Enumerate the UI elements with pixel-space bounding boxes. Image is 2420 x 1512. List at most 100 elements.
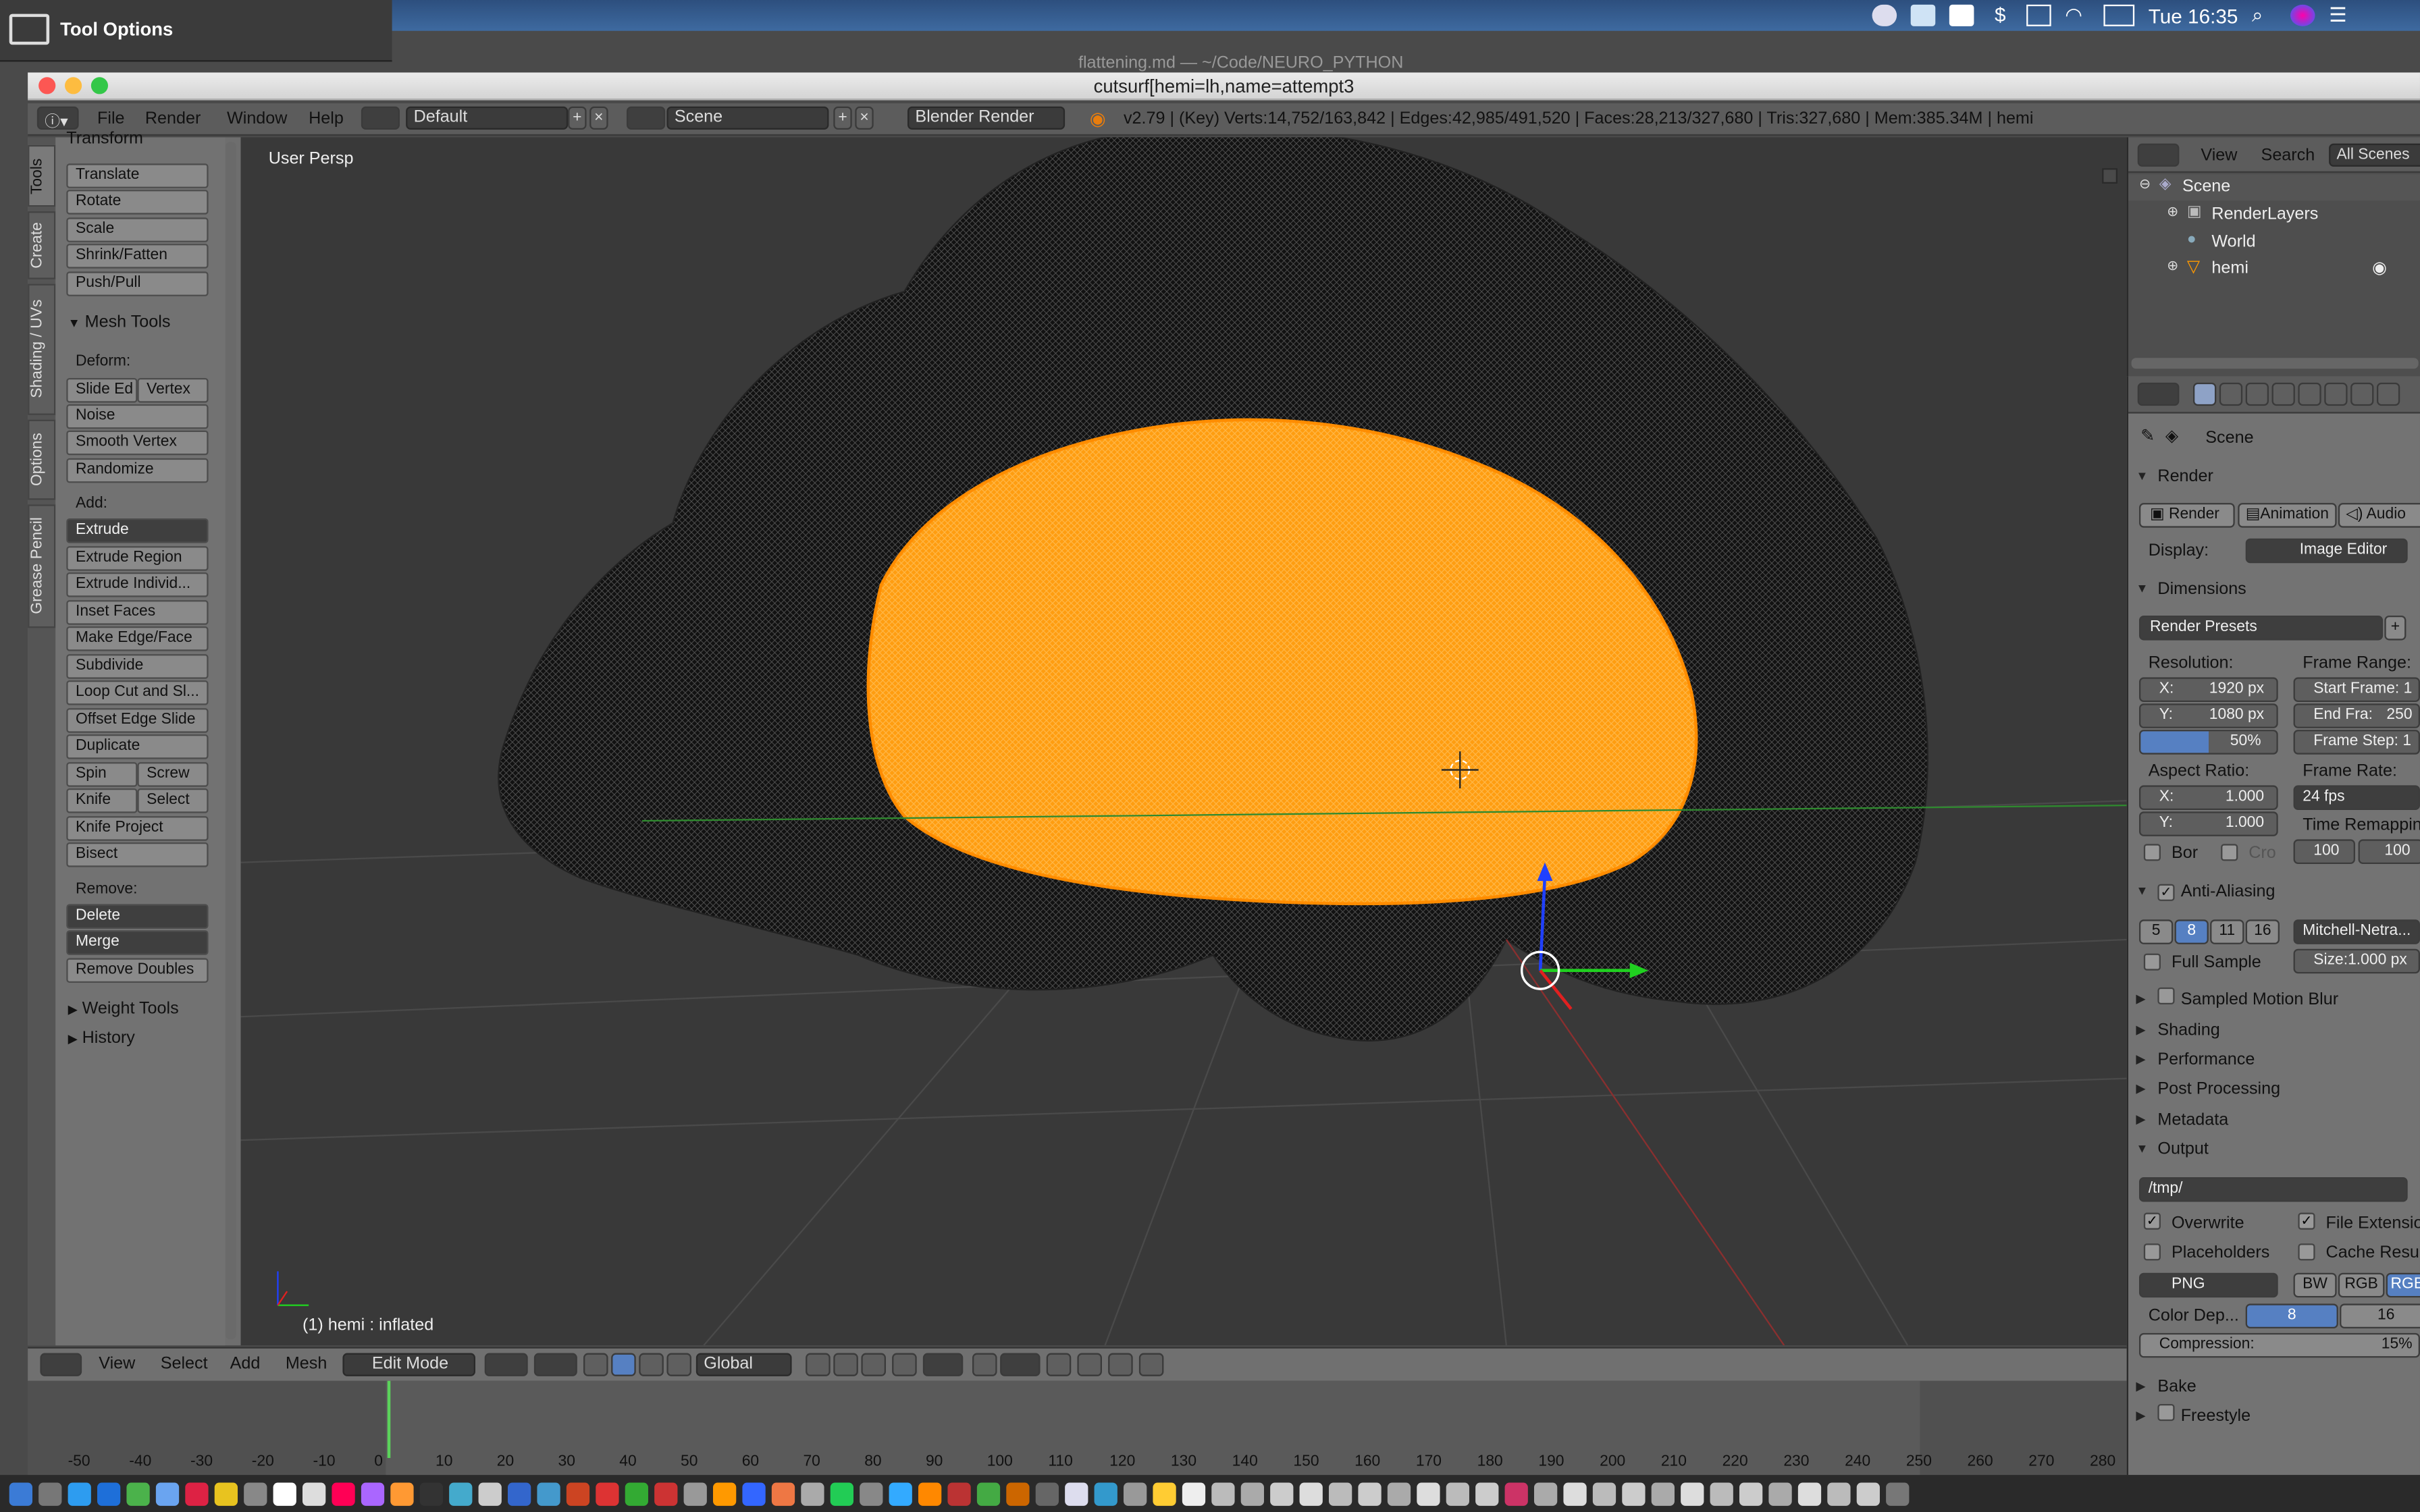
docker-icon[interactable] <box>1910 4 1936 26</box>
editor-type-info-icon[interactable]: ⓘ▾ <box>36 106 79 131</box>
mode-select[interactable]: Edit Mode <box>342 1353 475 1376</box>
translate-manipulator-icon[interactable] <box>611 1353 636 1376</box>
pin-icon[interactable]: ✎ <box>2140 426 2155 446</box>
color-rgb-button[interactable]: RGB <box>2338 1272 2385 1298</box>
knife-select-button[interactable]: Select <box>137 788 209 813</box>
aa-sample-8[interactable]: 8 <box>2174 919 2209 944</box>
dock-app-icon[interactable] <box>361 1482 385 1505</box>
dock-app-icon[interactable] <box>712 1482 737 1505</box>
dock-app-icon[interactable] <box>1856 1482 1880 1505</box>
dock-app-icon[interactable] <box>38 1482 62 1505</box>
tab-tools[interactable]: Tools <box>28 144 56 207</box>
dock-app-icon[interactable] <box>947 1482 971 1505</box>
limit-selection-icon[interactable] <box>892 1353 917 1376</box>
extrude-region-button[interactable]: Extrude Region <box>66 546 209 571</box>
dock-app-icon[interactable] <box>771 1482 795 1505</box>
dock-app-icon[interactable] <box>1622 1482 1646 1505</box>
menu-help[interactable]: Help <box>309 109 344 128</box>
resolution-y-field[interactable]: Y: 1080 px <box>2138 703 2278 728</box>
dock-app-icon[interactable] <box>1182 1482 1206 1505</box>
history-header[interactable]: ▶ History <box>68 1029 135 1048</box>
dock-app-icon[interactable] <box>625 1482 648 1505</box>
snap-element-icon[interactable] <box>1000 1353 1041 1376</box>
inset-faces-button[interactable]: Inset Faces <box>66 600 209 625</box>
world-tab-icon[interactable] <box>2271 382 2295 406</box>
dock-app-icon[interactable] <box>244 1482 267 1505</box>
remove-scene-button[interactable]: × <box>855 106 874 130</box>
mesh-tools-header[interactable]: ▼ Mesh Tools <box>68 313 171 331</box>
dock-app-icon[interactable] <box>976 1482 1001 1505</box>
dock-app-icon[interactable] <box>68 1482 91 1505</box>
scale-button[interactable]: Scale <box>66 217 209 242</box>
spotlight-search-icon[interactable]: ⌕ <box>2252 4 2277 26</box>
knife-button[interactable]: Knife <box>66 788 138 813</box>
dock-app-icon[interactable] <box>1739 1482 1763 1505</box>
object-tab-icon[interactable] <box>2298 382 2321 406</box>
dock-app-icon[interactable] <box>1592 1482 1616 1505</box>
vertex-select-mode-icon[interactable] <box>806 1353 831 1376</box>
dock-app-icon[interactable] <box>1153 1482 1176 1505</box>
render-opengl-icon[interactable] <box>1077 1353 1102 1376</box>
snap-toggle-icon[interactable] <box>972 1353 997 1376</box>
dock-app-icon[interactable] <box>214 1482 238 1505</box>
color-rgba-button[interactable]: RGBA <box>2386 1272 2420 1298</box>
tab-options[interactable]: Options <box>28 419 56 500</box>
overwrite-checkbox[interactable]: ✓ <box>2143 1212 2161 1230</box>
outliner-row-hemi[interactable]: ⊕ ▽ hemi ◉ <box>2128 256 2420 282</box>
dock-app-icon[interactable] <box>1328 1482 1352 1505</box>
shading-select[interactable] <box>484 1353 528 1376</box>
dock-app-icon[interactable] <box>830 1482 853 1505</box>
weight-tools-header[interactable]: ▶ Weight Tools <box>68 1000 179 1018</box>
render-engine-select[interactable]: Blender Render <box>907 106 1066 130</box>
noise-button[interactable]: Noise <box>66 404 209 429</box>
menu-file[interactable]: File <box>97 109 125 128</box>
outliner-row-renderlayers[interactable]: ⊕ ▣ RenderLayers <box>2128 202 2420 228</box>
shrink-fatten-button[interactable]: Shrink/Fatten <box>66 244 209 269</box>
menu-view[interactable]: View <box>99 1355 135 1373</box>
full-sample-checkbox[interactable] <box>2143 953 2161 971</box>
slide-edge-button[interactable]: Slide Ed <box>66 377 138 403</box>
modifiers-tab-icon[interactable] <box>2350 382 2374 406</box>
remap-new-field[interactable]: 100 <box>2358 839 2420 864</box>
outliner-row-scene[interactable]: ⊖ ◈ Scene <box>2128 174 2420 201</box>
anti-aliasing-section-header[interactable]: ▼ ✓ Anti-Aliasing <box>2127 878 2420 906</box>
dock-app-icon[interactable] <box>1475 1482 1499 1505</box>
dock-app-icon[interactable] <box>1417 1482 1440 1505</box>
editor-type-3d-icon[interactable] <box>40 1353 82 1376</box>
data-tab-icon[interactable] <box>2376 382 2400 406</box>
calendar-icon[interactable] <box>1949 4 1974 26</box>
display-select[interactable]: Image Editor <box>2245 538 2408 564</box>
remove-layout-button[interactable]: × <box>589 106 608 130</box>
expand-icon[interactable]: ⊕ <box>2167 258 2178 275</box>
outliner-editor-icon[interactable] <box>2137 143 2180 167</box>
border-checkbox[interactable] <box>2143 844 2161 861</box>
bisect-button[interactable]: Bisect <box>66 842 209 867</box>
crop-checkbox[interactable] <box>2221 844 2238 861</box>
remove-doubles-button[interactable]: Remove Doubles <box>66 958 209 983</box>
aspect-x-field[interactable]: X: 1.000 <box>2138 785 2278 810</box>
delete-dropdown[interactable]: Delete <box>66 904 209 929</box>
add-preset-button[interactable]: + <box>2384 615 2406 641</box>
properties-editor-icon[interactable] <box>2137 382 2180 406</box>
metadata-section-header[interactable]: ▶ Metadata <box>2127 1106 2420 1134</box>
dock-app-icon[interactable] <box>1270 1482 1294 1505</box>
menu-render[interactable]: Render <box>145 109 201 128</box>
color-depth-8-button[interactable]: 8 <box>2245 1303 2338 1328</box>
dock-app-icon[interactable] <box>1446 1482 1469 1505</box>
proportional-edit-icon[interactable] <box>922 1353 964 1376</box>
dock-app-icon[interactable] <box>742 1482 766 1505</box>
3d-viewport[interactable]: User Persp (1) hemi : inflated <box>240 137 2127 1346</box>
dock-app-icon[interactable] <box>302 1482 326 1505</box>
viewport-corner-widget[interactable] <box>2102 168 2118 184</box>
knife-project-button[interactable]: Knife Project <box>66 816 209 841</box>
shading-section-header[interactable]: ▶ Shading <box>2127 1017 2420 1044</box>
dock-app-icon[interactable] <box>1533 1482 1558 1505</box>
dock-app-icon[interactable] <box>801 1482 824 1505</box>
performance-section-header[interactable]: ▶ Performance <box>2127 1046 2420 1074</box>
add-scene-button[interactable]: + <box>833 106 852 130</box>
constraints-tab-icon[interactable] <box>2324 382 2348 406</box>
dock-app-icon[interactable] <box>390 1482 414 1505</box>
outliner-row-world[interactable]: ● World <box>2128 230 2420 256</box>
audio-button[interactable]: ◁) Audio <box>2338 503 2420 528</box>
snap-target-icon[interactable] <box>1046 1353 1072 1376</box>
